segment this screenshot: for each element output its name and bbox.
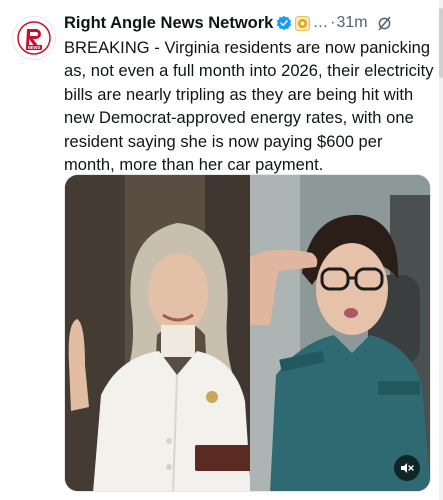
affiliate-emblem-icon <box>298 18 308 28</box>
scrollbar-thumb[interactable] <box>439 8 443 78</box>
tweet-text: BREAKING - Virginia residents are now pa… <box>64 39 434 175</box>
photo-illustration-right <box>249 175 430 491</box>
name-truncation: ... <box>313 14 329 31</box>
scrollbar[interactable] <box>439 0 443 500</box>
tweet-header: Right Angle News Network ... · 31m <box>64 12 436 34</box>
mute-icon <box>401 463 414 473</box>
separator-dot: · <box>330 14 336 31</box>
affiliate-badge-icon[interactable] <box>295 15 311 31</box>
news-logo-icon: NEWS <box>17 21 51 55</box>
author-name[interactable]: Right Angle News Network <box>64 14 273 33</box>
photo-illustration-left <box>65 175 250 491</box>
avatar[interactable]: NEWS <box>12 16 56 60</box>
verified-badge-icon[interactable] <box>276 15 292 31</box>
grok-icon[interactable] <box>376 15 393 32</box>
tweet-content: Right Angle News Network ... · 31m BREAK… <box>64 12 436 177</box>
photo-woman-swearing-in[interactable] <box>65 175 250 491</box>
svg-text:NEWS: NEWS <box>28 45 41 50</box>
mute-button[interactable] <box>394 455 420 481</box>
tweet[interactable]: NEWS Right Angle News Network ... · 31m <box>0 0 439 500</box>
timestamp[interactable]: 31m <box>337 14 368 32</box>
media-grid[interactable] <box>64 174 431 492</box>
photo-resident-in-car[interactable] <box>249 175 430 491</box>
